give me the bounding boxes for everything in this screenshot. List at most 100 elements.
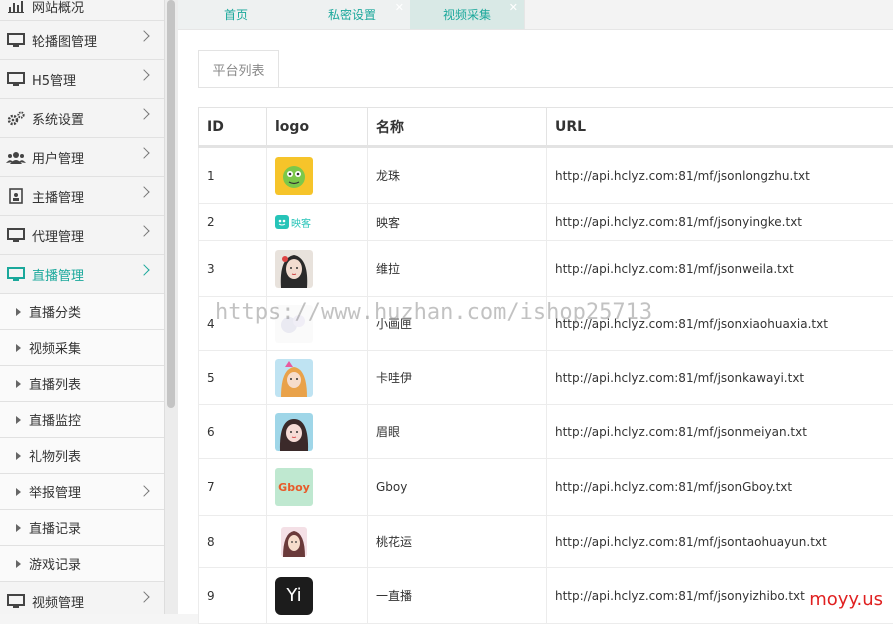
cell-id: 2: [199, 204, 267, 241]
chevron-right-icon: [138, 30, 149, 41]
cell-url: http://api.hclyz.com:81/mf/jsontaohuayun…: [547, 516, 893, 568]
cell-id: 7: [199, 459, 267, 516]
weila-logo-icon: [275, 250, 313, 288]
tab-label: 视频采集: [443, 6, 491, 23]
cell-url: http://api.hclyz.com:81/mf/jsonyingke.tx…: [547, 204, 893, 241]
chevron-right-icon: [138, 591, 149, 602]
chevron-right-icon: [138, 108, 149, 119]
monitor-icon: [6, 71, 26, 87]
sidebar-subitem-label: 直播记录: [29, 518, 81, 537]
sidebar-subitem-live-monitor[interactable]: 直播监控: [0, 402, 164, 438]
caret-right-icon: [16, 416, 21, 424]
longzhu-logo-icon: [275, 157, 313, 195]
table-row[interactable]: 8 桃花运 http://api.hclyz.com:81/mf/jsontao…: [199, 516, 893, 568]
caret-right-icon: [16, 380, 21, 388]
sidebar-item-label: 轮播图管理: [32, 31, 97, 50]
cell-url: http://api.hclyz.com:81/mf/jsonGboy.txt: [547, 459, 893, 516]
sidebar-subitem-live-category[interactable]: 直播分类: [0, 294, 164, 330]
cell-id: 5: [199, 351, 267, 405]
corner-watermark: moyy.us: [809, 589, 883, 610]
close-icon[interactable]: ✕: [509, 3, 518, 13]
sidebar-item-h5[interactable]: H5管理: [0, 60, 164, 99]
sidebar-scrollbar[interactable]: [165, 0, 178, 614]
caret-right-icon: [16, 452, 21, 460]
tab-privacy-settings[interactable]: 私密设置 ✕: [294, 0, 411, 29]
sidebar-subitem-live-record[interactable]: 直播记录: [0, 510, 164, 546]
sidebar-subitem-game-record[interactable]: 游戏记录: [0, 546, 164, 582]
sidebar-item-label: 主播管理: [32, 187, 84, 206]
column-header-logo: logo: [267, 108, 368, 147]
caret-right-icon: [16, 524, 21, 532]
cell-name: 卡哇伊: [368, 351, 547, 405]
sidebar-item-carousel[interactable]: 轮播图管理: [0, 21, 164, 60]
sidebar-item-anchors[interactable]: 主播管理: [0, 177, 164, 216]
sidebar-item-users[interactable]: 用户管理: [0, 138, 164, 177]
column-header-id: ID: [199, 108, 267, 147]
watermark: https://www.huzhan.com/ishop25713: [215, 300, 652, 325]
cell-url: http://api.hclyz.com:81/mf/jsonmeiyan.tx…: [547, 405, 893, 459]
tab-label: 私密设置: [328, 6, 376, 23]
cell-name: Gboy: [368, 459, 547, 516]
tab-bar: 首页 私密设置 ✕ 视频采集 ✕: [178, 0, 893, 30]
yingke-logo-text: 映客: [291, 215, 311, 230]
tab-home[interactable]: 首页: [178, 0, 295, 29]
yizhibo-logo-icon: Yi: [275, 577, 313, 615]
sidebar-subitem-label: 礼物列表: [29, 446, 81, 465]
users-icon: [6, 149, 26, 165]
monitor-icon: [6, 32, 26, 48]
cell-url: http://api.hclyz.com:81/mf/jsonlongzhu.t…: [547, 147, 893, 204]
close-icon[interactable]: ✕: [395, 3, 404, 13]
sidebar-item-label: 用户管理: [32, 148, 84, 167]
sidebar: 网站概况 轮播图管理 H5管理 系统设置 用户管理 主播管理 代理管理 直播管理…: [0, 0, 165, 614]
table-header-row: ID logo 名称 URL: [199, 108, 893, 147]
table-row[interactable]: 7 Gboy Gboy http://api.hclyz.com:81/mf/j…: [199, 459, 893, 516]
cell-name: 一直播: [368, 568, 547, 624]
cell-url: http://api.hclyz.com:81/mf/jsonkawayi.tx…: [547, 351, 893, 405]
scrollbar-thumb[interactable]: [167, 0, 175, 408]
platform-table: ID logo 名称 URL 1 龙珠 http://api.hclyz.com…: [198, 107, 893, 624]
chevron-right-icon: [138, 147, 149, 158]
monitor-icon: [6, 227, 26, 243]
gears-icon: [6, 110, 26, 126]
sidebar-item-label: H5管理: [32, 70, 76, 89]
tab-video-collect[interactable]: 视频采集 ✕: [410, 0, 525, 29]
sidebar-item-agents[interactable]: 代理管理: [0, 216, 164, 255]
sidebar-subitem-video-collect[interactable]: 视频采集: [0, 330, 164, 366]
chevron-right-icon: [138, 485, 149, 496]
bar-chart-icon: [6, 0, 26, 14]
sidebar-item-live[interactable]: 直播管理: [0, 255, 164, 294]
table-row[interactable]: 6 眉眼 http://api.hclyz.com:81/mf/jsonmeiy…: [199, 405, 893, 459]
monitor-icon: [6, 593, 26, 609]
sidebar-subitem-live-list[interactable]: 直播列表: [0, 366, 164, 402]
cell-name: 眉眼: [368, 405, 547, 459]
cell-url: http://api.hclyz.com:81/mf/jsonweila.txt: [547, 241, 893, 297]
yizhibo-logo-text: Yi: [286, 585, 301, 606]
sidebar-item-label: 直播管理: [32, 265, 84, 284]
sidebar-subitem-label: 举报管理: [29, 482, 81, 501]
table-row[interactable]: 9 Yi 一直播 http://api.hclyz.com:81/mf/json…: [199, 568, 893, 624]
sidebar-subitem-report[interactable]: 举报管理: [0, 474, 164, 510]
sidebar-item-settings[interactable]: 系统设置: [0, 99, 164, 138]
caret-right-icon: [16, 488, 21, 496]
table-row[interactable]: 1 龙珠 http://api.hclyz.com:81/mf/jsonlong…: [199, 147, 893, 204]
panel-tab-label: 平台列表: [212, 60, 264, 79]
sidebar-item-label: 系统设置: [32, 109, 84, 128]
sidebar-item-overview[interactable]: 网站概况: [0, 0, 164, 21]
chevron-right-icon: [138, 225, 149, 236]
sidebar-subitem-label: 游戏记录: [29, 554, 81, 573]
chevron-right-icon: [138, 69, 149, 80]
cell-id: 6: [199, 405, 267, 459]
tab-label: 首页: [224, 6, 248, 23]
cell-id: 8: [199, 516, 267, 568]
cell-name: 映客: [368, 204, 547, 241]
table-row[interactable]: 3 维拉 http://api.hclyz.com:81/mf/jsonweil…: [199, 241, 893, 297]
table-row[interactable]: 2 映客 映客 http://api.hclyz.com:81/mf/jsony…: [199, 204, 893, 241]
sidebar-subitem-gift-list[interactable]: 礼物列表: [0, 438, 164, 474]
panel-tab-platform-list[interactable]: 平台列表: [198, 50, 279, 88]
table-row[interactable]: 5 卡哇伊 http://api.hclyz.com:81/mf/jsonkaw…: [199, 351, 893, 405]
sidebar-subitem-label: 直播监控: [29, 410, 81, 429]
sidebar-subitem-label: 直播列表: [29, 374, 81, 393]
cell-name: 龙珠: [368, 147, 547, 204]
column-header-url: URL: [547, 108, 893, 147]
sidebar-item-video[interactable]: 视频管理: [0, 582, 164, 614]
